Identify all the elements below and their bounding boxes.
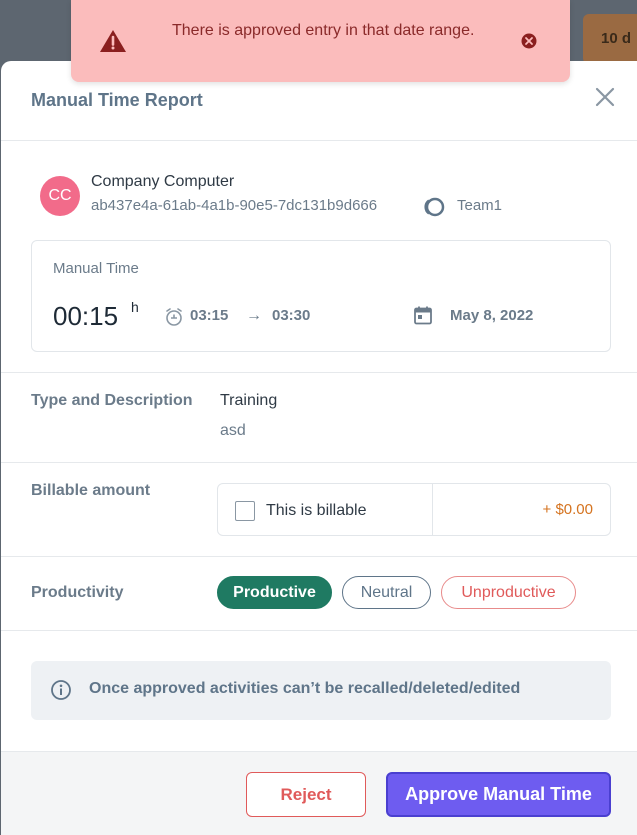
type-description-label: Type and Description [31,392,193,409]
manual-time-card: Manual Time 00:15 h 03:15 → 03:30 May 8,… [31,240,611,352]
entry-date: May 8, 2022 [450,307,534,324]
billable-amount-value: + $0.00 [542,501,593,518]
calendar-icon [414,306,432,325]
duration-unit: h [131,299,139,315]
neutral-option[interactable]: Neutral [342,576,431,609]
avatar: CC [40,176,80,216]
team-icon [424,197,445,217]
start-time: 03:15 [190,307,229,324]
error-toast: There is approved entry in that date ran… [71,0,570,82]
info-icon [51,680,71,700]
toast-message: There is approved entry in that date ran… [172,22,475,39]
billable-checkbox-label[interactable]: This is billable [266,502,366,520]
warning-icon [100,30,126,52]
productive-option[interactable]: Productive [217,576,332,609]
background-chip: 10 d [583,14,637,64]
close-circle-icon[interactable] [520,32,538,50]
billable-amount-label: Billable amount [31,482,151,499]
team-name: Team1 [457,197,503,214]
billable-checkbox[interactable] [235,501,255,521]
productivity-label: Productivity [31,584,124,601]
divider [1,630,637,631]
divider [1,556,637,557]
divider [432,484,433,535]
approve-manual-time-button[interactable]: Approve Manual Time [386,772,611,817]
close-icon[interactable] [593,85,617,109]
arrow-right-icon: → [246,307,262,324]
info-text: Once approved activities can’t be recall… [89,680,521,697]
end-time: 03:30 [272,307,311,324]
duration-value: 00:15 [53,301,119,331]
device-id: ab437e4a-61ab-4a1b-90e5-7dc131b9d666 [91,197,378,214]
device-info: CC Company Computer ab437e4a-61ab-4a1b-9… [40,173,600,223]
manual-time-report-modal: Manual Time Report CC Company Computer a… [1,61,637,835]
device-name: Company Computer [91,173,235,190]
manual-time-label: Manual Time [53,260,139,277]
modal-footer: Reject Approve Manual Time [1,751,637,835]
billable-box: This is billable + $0.00 [217,483,611,536]
alarm-clock-icon [166,308,182,326]
divider [1,462,637,463]
divider [1,372,637,373]
reject-button[interactable]: Reject [246,772,366,817]
activity-description: asd [220,422,246,439]
unproductive-option[interactable]: Unproductive [441,576,576,609]
info-notice: Once approved activities can’t be recall… [31,661,611,720]
activity-type: Training [220,392,278,409]
modal-title: Manual Time Report [31,90,203,110]
